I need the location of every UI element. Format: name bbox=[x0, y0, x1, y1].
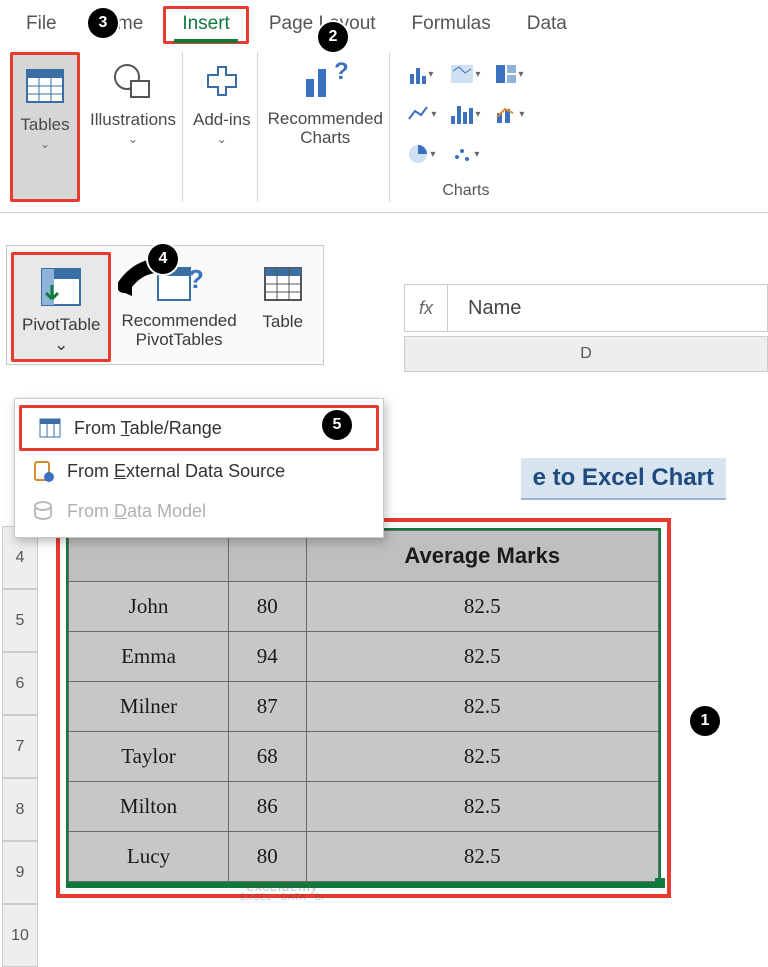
menu-from-external[interactable]: From External Data Source bbox=[15, 451, 383, 491]
menu-from-table-range-label: From Table/Range bbox=[74, 418, 222, 439]
cell[interactable]: 82.5 bbox=[306, 832, 658, 882]
fx-icon[interactable]: fx bbox=[405, 285, 448, 331]
menu-from-data-model: From Data Model bbox=[15, 491, 383, 531]
cell[interactable]: 80 bbox=[229, 582, 307, 632]
table-row: Taylor 68 82.5 bbox=[69, 732, 659, 782]
watermark: exceldemy EXCEL · DATA · BI bbox=[240, 879, 324, 902]
pivottable-icon bbox=[33, 259, 89, 315]
cell[interactable]: 94 bbox=[229, 632, 307, 682]
tab-insert[interactable]: Insert bbox=[163, 6, 249, 44]
callout-5: 5 bbox=[322, 410, 352, 440]
row-header[interactable]: 5 bbox=[2, 589, 38, 652]
table-button[interactable]: Table bbox=[247, 252, 319, 362]
chevron-down-icon: ⌄ bbox=[217, 132, 227, 146]
addins-icon bbox=[195, 54, 249, 108]
recommended-pivottables-label: RecommendedPivotTables bbox=[121, 312, 236, 349]
chevron-down-icon: ⌄ bbox=[54, 335, 68, 355]
table-row: Milton 86 82.5 bbox=[69, 782, 659, 832]
chart-column-icon[interactable]: ▾ bbox=[400, 54, 444, 94]
ribbon-addins[interactable]: Add-ins ⌄ bbox=[187, 52, 258, 202]
row-header[interactable]: 8 bbox=[2, 778, 38, 841]
chevron-down-icon: ⌄ bbox=[40, 137, 50, 151]
menu-from-external-label: From External Data Source bbox=[67, 461, 285, 482]
callout-1: 1 bbox=[690, 706, 720, 736]
chevron-down-icon: ⌄ bbox=[128, 132, 138, 146]
row-header[interactable]: 6 bbox=[2, 652, 38, 715]
cell[interactable]: Milton bbox=[69, 782, 229, 832]
cell[interactable]: 68 bbox=[229, 732, 307, 782]
table-icon bbox=[255, 256, 311, 312]
chart-pie-icon[interactable]: ▾ bbox=[400, 134, 444, 174]
chart-map-icon[interactable]: ▾ bbox=[444, 54, 488, 94]
tab-file[interactable]: File bbox=[10, 9, 73, 41]
chart-statistic-icon[interactable]: ▾ bbox=[444, 94, 488, 134]
pivottable-button[interactable]: PivotTable ⌄ bbox=[11, 252, 111, 362]
shapes-icon bbox=[106, 54, 160, 108]
ribbon: Tables ⌄ Illustrations ⌄ Add-ins ⌄ ? Rec… bbox=[0, 44, 768, 213]
cell[interactable]: Lucy bbox=[69, 832, 229, 882]
data-model-icon bbox=[31, 499, 55, 523]
table-header[interactable]: Average Marks bbox=[306, 531, 658, 582]
chart-waterfall-icon[interactable] bbox=[488, 134, 532, 174]
data-table[interactable]: Average Marks John 80 82.5 Emma 94 82.5 bbox=[68, 530, 659, 882]
svg-text:?: ? bbox=[334, 59, 349, 85]
chart-combo-icon[interactable]: ▾ bbox=[488, 94, 532, 134]
table-header[interactable] bbox=[229, 531, 307, 582]
table-row: John 80 82.5 bbox=[69, 582, 659, 632]
marching-ants: Average Marks John 80 82.5 Emma 94 82.5 bbox=[66, 528, 661, 888]
cell[interactable]: 82.5 bbox=[306, 732, 658, 782]
cell[interactable]: John bbox=[69, 582, 229, 632]
formula-bar: fx Name bbox=[404, 284, 768, 332]
column-header-d[interactable]: D bbox=[404, 336, 768, 372]
ribbon-recommended-charts[interactable]: ? RecommendedCharts bbox=[262, 52, 390, 202]
cell[interactable]: 82.5 bbox=[306, 632, 658, 682]
column-headers: D bbox=[404, 336, 768, 372]
recommended-charts-icon: ? bbox=[298, 54, 352, 108]
svg-text:?: ? bbox=[188, 264, 204, 294]
selection-highlight: Average Marks John 80 82.5 Emma 94 82.5 bbox=[56, 518, 671, 898]
row-headers: 4 5 6 7 8 9 10 bbox=[2, 526, 38, 967]
callout-2: 2 bbox=[318, 22, 348, 52]
cell[interactable]: 80 bbox=[229, 832, 307, 882]
pivottable-label: PivotTable bbox=[22, 315, 100, 335]
cell[interactable]: Emma bbox=[69, 632, 229, 682]
table-label: Table bbox=[262, 312, 303, 332]
cell[interactable]: 82.5 bbox=[306, 682, 658, 732]
cell[interactable]: 82.5 bbox=[306, 582, 658, 632]
table-header[interactable] bbox=[69, 531, 229, 582]
ribbon-tables[interactable]: Tables ⌄ bbox=[10, 52, 80, 202]
external-source-icon bbox=[31, 459, 55, 483]
table-header-row: Average Marks bbox=[69, 531, 659, 582]
tab-formulas[interactable]: Formulas bbox=[396, 9, 507, 41]
cell[interactable]: Milner bbox=[69, 682, 229, 732]
table-row: Milner 87 82.5 bbox=[69, 682, 659, 732]
tab-data[interactable]: Data bbox=[511, 9, 583, 41]
cell[interactable]: 87 bbox=[229, 682, 307, 732]
formula-bar-value[interactable]: Name bbox=[448, 297, 521, 320]
cell[interactable]: 82.5 bbox=[306, 782, 658, 832]
row-header[interactable]: 9 bbox=[2, 841, 38, 904]
ribbon-tables-label: Tables bbox=[20, 115, 69, 135]
table-row: Emma 94 82.5 bbox=[69, 632, 659, 682]
cell[interactable]: 86 bbox=[229, 782, 307, 832]
ribbon-illustrations-label: Illustrations bbox=[90, 110, 176, 130]
table-range-icon bbox=[38, 416, 62, 440]
row-header[interactable]: 10 bbox=[2, 904, 38, 967]
callout-3: 3 bbox=[88, 8, 118, 38]
page-title: e to Excel Chart bbox=[521, 458, 726, 500]
ribbon-addins-label: Add-ins bbox=[193, 110, 251, 130]
ribbon-charts-label: Charts bbox=[442, 182, 489, 200]
row-header[interactable]: 7 bbox=[2, 715, 38, 778]
chart-scatter-icon[interactable]: ▾ bbox=[444, 134, 488, 174]
tables-icon bbox=[18, 59, 72, 113]
ribbon-illustrations[interactable]: Illustrations ⌄ bbox=[84, 52, 183, 202]
chart-hierarchy-icon[interactable]: ▾ bbox=[488, 54, 532, 94]
table-row: Lucy 80 82.5 bbox=[69, 832, 659, 882]
ribbon-recommended-charts-label: RecommendedCharts bbox=[268, 110, 383, 147]
menu-from-data-model-label: From Data Model bbox=[67, 501, 206, 522]
chart-line-icon[interactable]: ▾ bbox=[400, 94, 444, 134]
callout-4: 4 bbox=[148, 244, 178, 274]
cell[interactable]: Taylor bbox=[69, 732, 229, 782]
ribbon-charts: ▾ ▾ ▾ ▾ ▾ ▾ ▾ ▾ Charts bbox=[394, 52, 538, 202]
